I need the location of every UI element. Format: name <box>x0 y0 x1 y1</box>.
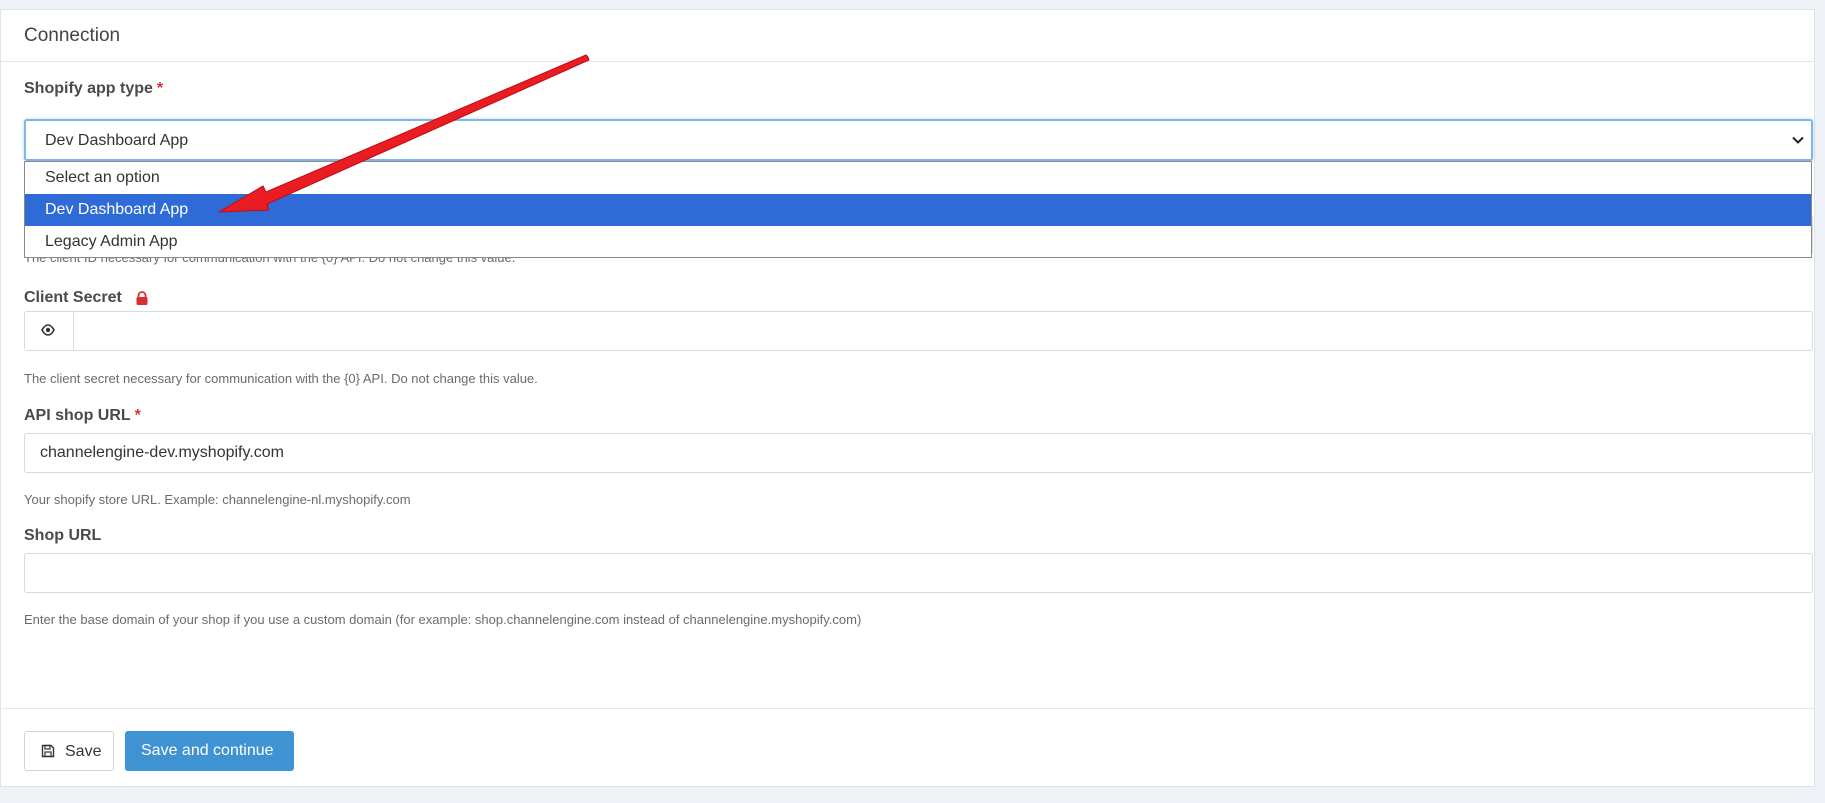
api-shop-url-input[interactable]: channelengine-dev.myshopify.com <box>24 433 1813 473</box>
app-type-select[interactable]: Dev Dashboard App <box>24 119 1813 161</box>
client-secret-label: Client Secret <box>24 289 148 307</box>
panel-header: Connection <box>1 10 1814 62</box>
client-secret-input-group <box>24 311 1813 351</box>
footer-divider <box>1 708 1814 709</box>
save-button-label: Save <box>65 743 102 760</box>
shop-url-label: Shop URL <box>24 527 102 544</box>
client-secret-label-text: Client Secret <box>24 289 122 306</box>
api-shop-url-label-text: API shop URL <box>24 407 131 424</box>
api-shop-url-label: API shop URL * <box>24 407 141 425</box>
client-secret-help: The client secret necessary for communic… <box>24 371 538 386</box>
required-mark: * <box>156 80 164 97</box>
option-select-an-option[interactable]: Select an option <box>25 162 1811 194</box>
app-type-select-value: Dev Dashboard App <box>45 132 189 149</box>
save-and-continue-button[interactable]: Save and continue <box>125 731 294 771</box>
shop-url-input[interactable] <box>24 553 1813 593</box>
app-type-dropdown-list: Select an option Dev Dashboard App Legac… <box>24 161 1812 258</box>
save-button[interactable]: Save <box>24 731 114 771</box>
panel-title: Connection <box>24 25 121 46</box>
chevron-down-icon <box>1792 136 1804 144</box>
option-dev-dashboard-app[interactable]: Dev Dashboard App <box>25 194 1811 226</box>
connection-panel: Connection Shopify app type* The client … <box>0 9 1815 787</box>
client-secret-toggle-visibility[interactable] <box>25 312 74 350</box>
shop-url-help: Enter the base domain of your shop if yo… <box>24 612 862 627</box>
save-and-continue-label: Save and continue <box>141 742 274 759</box>
lock-icon <box>136 291 148 305</box>
floppy-disk-icon <box>41 744 55 758</box>
app-type-label-text: Shopify app type <box>24 80 153 97</box>
api-shop-url-value: channelengine-dev.myshopify.com <box>40 444 284 461</box>
api-shop-url-help: Your shopify store URL. Example: channel… <box>24 492 411 507</box>
required-mark: * <box>134 407 141 424</box>
app-type-label: Shopify app type * <box>24 80 163 98</box>
option-legacy-admin-app[interactable]: Legacy Admin App <box>25 226 1811 258</box>
eye-icon <box>41 324 55 336</box>
